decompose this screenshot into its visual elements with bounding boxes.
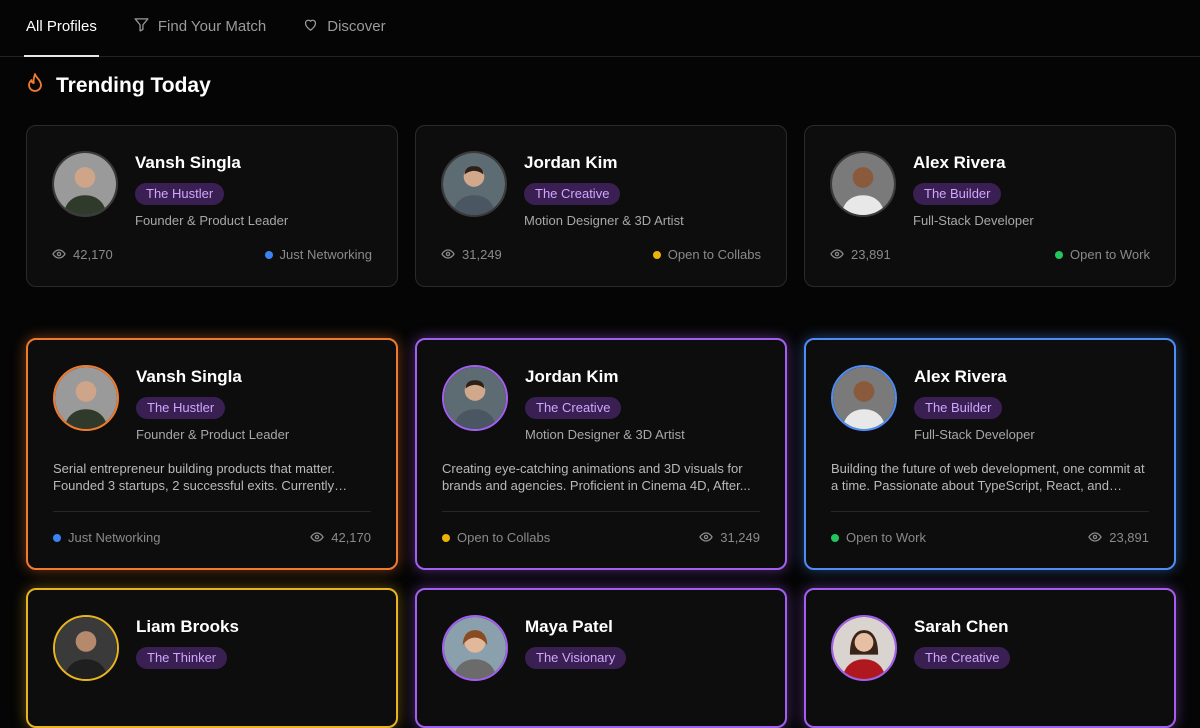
profile-name: Jordan Kim (525, 367, 619, 386)
status-dot (53, 533, 61, 542)
profile-name: Liam Brooks (136, 617, 239, 636)
eye-icon (441, 247, 455, 262)
avatar (53, 615, 119, 681)
view-count-value: 31,249 (720, 530, 760, 545)
profile-role: Full-Stack Developer (914, 427, 1035, 442)
eye-icon (830, 247, 844, 262)
avatar (442, 615, 508, 681)
profile-description: Serial entrepreneur building products th… (53, 461, 335, 493)
view-count: 31,249 (441, 247, 502, 262)
status-label: Open to Collabs (667, 247, 761, 262)
divider (442, 511, 760, 512)
avatar (52, 151, 118, 217)
profile-card[interactable]: Vansh Singla The Hustler Founder & Produ… (26, 338, 398, 570)
view-count-value: 42,170 (73, 247, 113, 262)
status-indicator: Open to Work (1055, 247, 1150, 262)
status-indicator: Open to Work (831, 530, 926, 545)
status-indicator: Just Networking (53, 530, 160, 545)
filter-icon (133, 16, 150, 37)
tab-discover[interactable]: Discover (300, 0, 387, 57)
view-count-value: 31,249 (462, 247, 502, 262)
status-label: Just Networking (279, 247, 372, 262)
archetype-badge: The Visionary (525, 647, 627, 669)
avatar (53, 365, 119, 431)
flame-icon (26, 72, 44, 100)
avatar (831, 615, 897, 681)
view-count: 23,891 (1088, 530, 1149, 545)
avatar (442, 365, 508, 431)
profile-card[interactable]: Liam Brooks The Thinker (26, 588, 398, 728)
status-indicator: Just Networking (264, 247, 372, 262)
profile-name: Jordan Kim (524, 153, 618, 172)
archetype-badge: The Hustler (135, 183, 225, 205)
view-count: 23,891 (830, 247, 891, 262)
view-count-value: 23,891 (851, 247, 891, 262)
profile-description: Creating eye-catching animations and 3D … (442, 461, 751, 493)
trending-heading: Trending Today (26, 72, 211, 100)
tab-label: Discover (327, 18, 386, 35)
eye-icon (1088, 530, 1102, 545)
status-label: Open to Collabs (457, 530, 551, 545)
eye-icon (52, 247, 66, 262)
profile-role: Founder & Product Leader (136, 427, 290, 442)
profile-name: Alex Rivera (913, 153, 1006, 172)
profile-name: Vansh Singla (136, 367, 242, 386)
archetype-badge: The Creative (525, 397, 622, 419)
tab-find-your-match[interactable]: Find Your Match (131, 0, 268, 57)
profile-role: Motion Designer & 3D Artist (525, 427, 685, 442)
avatar (831, 365, 897, 431)
eye-icon (310, 530, 324, 545)
profile-card[interactable]: Jordan Kim The Creative Motion Designer … (415, 338, 787, 570)
tab-label: All Profiles (26, 18, 97, 35)
status-indicator: Open to Collabs (652, 247, 761, 262)
archetype-badge: The Hustler (136, 397, 226, 419)
status-dot (831, 533, 839, 542)
profile-name: Maya Patel (525, 617, 613, 636)
profile-card[interactable]: Sarah Chen The Creative (804, 588, 1176, 728)
view-count: 42,170 (52, 247, 113, 262)
avatar (441, 151, 507, 217)
trending-card[interactable]: Vansh Singla The Hustler Founder & Produ… (26, 125, 398, 287)
profile-card[interactable]: Maya Patel The Visionary (415, 588, 787, 728)
profile-name: Vansh Singla (135, 153, 241, 172)
status-dot (264, 250, 273, 259)
divider (53, 511, 371, 512)
view-count: 31,249 (699, 530, 760, 545)
trending-card[interactable]: Jordan Kim The Creative Motion Designer … (415, 125, 787, 287)
avatar (830, 151, 896, 217)
profile-role: Founder & Product Leader (135, 213, 289, 228)
archetype-badge: The Builder (914, 397, 1003, 419)
status-dot (1055, 250, 1064, 259)
status-dot (442, 533, 450, 542)
status-label: Open to Work (1070, 247, 1150, 262)
top-nav: All Profiles Find Your Match Discover (0, 0, 1200, 57)
section-title: Trending Today (56, 74, 211, 97)
status-indicator: Open to Collabs (442, 530, 550, 545)
status-label: Just Networking (68, 530, 161, 545)
profile-name: Sarah Chen (914, 617, 1009, 636)
archetype-badge: The Creative (914, 647, 1011, 669)
tab-all-profiles[interactable]: All Profiles (24, 0, 99, 57)
heart-icon (302, 16, 319, 37)
view-count-value: 23,891 (1109, 530, 1149, 545)
archetype-badge: The Creative (524, 183, 621, 205)
view-count-value: 42,170 (331, 530, 371, 545)
profile-description: Building the future of web development, … (831, 461, 1145, 493)
archetype-badge: The Builder (913, 183, 1002, 205)
archetype-badge: The Thinker (136, 647, 228, 669)
status-label: Open to Work (846, 530, 926, 545)
status-dot (652, 250, 661, 259)
trending-card[interactable]: Alex Rivera The Builder Full-Stack Devel… (804, 125, 1176, 287)
tab-label: Find Your Match (157, 18, 267, 35)
profile-role: Motion Designer & 3D Artist (524, 213, 684, 228)
profile-name: Alex Rivera (914, 367, 1007, 386)
divider (831, 511, 1149, 512)
profile-card[interactable]: Alex Rivera The Builder Full-Stack Devel… (804, 338, 1176, 570)
eye-icon (699, 530, 713, 545)
profile-role: Full-Stack Developer (913, 213, 1034, 228)
view-count: 42,170 (310, 530, 371, 545)
